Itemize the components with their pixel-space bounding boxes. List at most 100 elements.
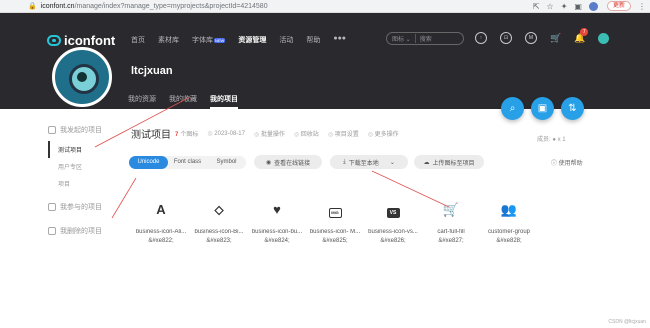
glyph-wrap: VS bbox=[364, 200, 422, 220]
members-info[interactable]: 成员: ● x 1 bbox=[537, 134, 566, 143]
download-local-button[interactable]: ⤓ 下载至本地 ⌄ bbox=[330, 155, 408, 169]
ali-logo-icon: A bbox=[156, 202, 166, 217]
nav-fonts[interactable]: 字体库 NEW bbox=[192, 35, 226, 45]
watermark: CSDN @ltcjxuan bbox=[608, 319, 646, 325]
eye-icon: ◉ bbox=[265, 159, 272, 166]
header-icons: ↑ ⊡ M 🛒 🔔 7 bbox=[475, 27, 610, 44]
image-box-icon: IMG bbox=[328, 208, 342, 218]
icon-code: &#xe824; bbox=[264, 238, 290, 244]
icon-code: &#xe828; bbox=[496, 238, 522, 244]
icon-card[interactable]: A business-icon-Ali... &#xe822; bbox=[132, 200, 190, 244]
sidebar-group-label: 我发起的项目 bbox=[60, 127, 102, 134]
project-title: 测试项目 bbox=[131, 130, 171, 141]
icon-card[interactable]: IMG business-icon- M... &#xe825; bbox=[306, 200, 364, 244]
folder-icon bbox=[48, 203, 56, 211]
coin-icon[interactable]: M bbox=[525, 32, 537, 44]
icon-name: business-icon- M... bbox=[309, 229, 361, 235]
nav-materials[interactable]: 素材库 bbox=[158, 35, 179, 45]
chevron-down-icon: ⌄ bbox=[389, 159, 395, 166]
logo[interactable]: iconfont bbox=[47, 33, 115, 48]
sidebar-item-project[interactable]: 项目 bbox=[48, 175, 118, 192]
icon-name: business-icon-bu... bbox=[251, 229, 303, 235]
sort-fab-icon[interactable]: ⇅ bbox=[561, 97, 584, 120]
project-date: 2023-08-17 bbox=[207, 130, 245, 137]
share-icon[interactable]: ⇱ bbox=[533, 2, 540, 11]
nav-resources[interactable]: 资源管理 bbox=[238, 35, 266, 45]
nav-home[interactable]: 首页 bbox=[131, 35, 145, 45]
icon-card[interactable]: 👥 customer-group &#xe828; bbox=[480, 200, 538, 244]
nav-help[interactable]: 帮助 bbox=[306, 35, 320, 45]
icon-card[interactable]: VS business-icon-vs... &#xe826; bbox=[364, 200, 422, 244]
icon-code: &#xe827; bbox=[438, 238, 464, 244]
site-header: iconfont 首页 素材库 字体库 NEW 资源管理 活动 帮助 ●●● 图标… bbox=[0, 13, 650, 109]
notification-badge: 7 bbox=[580, 27, 589, 36]
icon-name: business-icon-vs... bbox=[368, 229, 418, 235]
icon-name: business-icon-Bi... bbox=[194, 229, 244, 235]
glyph-wrap: IMG bbox=[306, 200, 364, 220]
icon-code: &#xe823; bbox=[206, 238, 232, 244]
icon-name: business-icon-Ali... bbox=[135, 229, 187, 235]
download-label: 下载至本地 bbox=[348, 160, 379, 167]
sidebar-group-label: 我删除的项目 bbox=[60, 228, 102, 235]
more-actions-link[interactable]: 更多操作 bbox=[368, 129, 399, 138]
cart-full-icon: 🛒 bbox=[442, 202, 460, 217]
nav-events[interactable]: 活动 bbox=[279, 35, 293, 45]
icon-grid: A business-icon-Ali... &#xe822; ⬦ busine… bbox=[132, 200, 538, 244]
sidebar-group-label: 我参与的项目 bbox=[60, 204, 102, 211]
icon-card[interactable]: ⬦ business-icon-Bi... &#xe823; bbox=[190, 200, 248, 244]
search-box[interactable]: 图标 ⌄ 搜索 bbox=[386, 32, 464, 45]
tab-font-class[interactable]: Font class bbox=[168, 156, 207, 169]
sidebar-icon[interactable]: ▣ bbox=[574, 2, 582, 11]
project-meta: 7个图标 2023-08-17 批量操作 回收站 项目设置 更多操作 bbox=[175, 129, 399, 138]
browser-toolbar: ⇱ ☆ ✦ ▣ 更新 ⋮ bbox=[533, 1, 646, 11]
search-fab-icon[interactable]: ⌕ bbox=[501, 97, 524, 120]
upload-icon[interactable]: ↑ bbox=[475, 32, 487, 44]
tab-unicode[interactable]: Unicode bbox=[129, 156, 168, 169]
lock-icon[interactable]: 🔒 bbox=[28, 2, 37, 10]
cloud-upload-icon: ☁ bbox=[423, 159, 430, 166]
upload-icon-button[interactable]: ☁ 上传图标至项目 bbox=[414, 155, 484, 169]
usage-help-link[interactable]: 使用帮助 bbox=[551, 158, 583, 167]
batch-action-link[interactable]: 批量操作 bbox=[254, 129, 285, 138]
recycle-bin-link[interactable]: 回收站 bbox=[294, 129, 319, 138]
subnav-my-projects[interactable]: 我的项目 bbox=[210, 94, 238, 109]
menu-icon[interactable]: ⋮ bbox=[638, 2, 646, 11]
bell-icon[interactable]: 🔔 7 bbox=[574, 27, 589, 44]
vip-icon[interactable]: ⊡ bbox=[500, 32, 512, 44]
tab-symbol[interactable]: Symbol bbox=[207, 156, 246, 169]
cart-icon[interactable]: 🛒 bbox=[550, 33, 561, 44]
nav-more-icon[interactable]: ●●● bbox=[333, 35, 346, 45]
user-avatar bbox=[52, 47, 112, 107]
logo-text: iconfont bbox=[64, 33, 116, 48]
tag-icon: ⬦ bbox=[214, 202, 224, 217]
avatar-eye bbox=[77, 72, 87, 82]
nav-fonts-label: 字体库 bbox=[192, 37, 213, 44]
subnav-my-resources[interactable]: 我的资源 bbox=[128, 94, 156, 109]
project-sidebar: 我发起的项目 测试项目 用户专区 项目 我参与的项目 我删除的项目 bbox=[48, 125, 118, 242]
icon-card[interactable]: ♥ business-icon-bu... &#xe824; bbox=[248, 200, 306, 244]
view-online-link-button[interactable]: ◉ 查看在线链接 bbox=[254, 155, 322, 169]
sidebar-group-initiated[interactable]: 我发起的项目 bbox=[48, 125, 118, 135]
sidebar-item-test-project[interactable]: 测试项目 bbox=[48, 141, 118, 158]
address-url[interactable]: iconfont.cn/manage/index?manage_type=myp… bbox=[41, 3, 533, 10]
subnav-my-favorites[interactable]: 我的收藏 bbox=[169, 94, 197, 109]
sidebar-group-deleted[interactable]: 我删除的项目 bbox=[48, 226, 118, 236]
project-settings-link[interactable]: 项目设置 bbox=[328, 129, 359, 138]
browser-address-bar: 🔒 iconfont.cn/manage/index?manage_type=m… bbox=[0, 0, 650, 13]
add-project-fab-icon[interactable]: ▣ bbox=[531, 97, 554, 120]
icon-card[interactable]: 🛒 cart-full-fill &#xe827; bbox=[422, 200, 480, 244]
profile-avatar[interactable] bbox=[588, 1, 598, 11]
update-button[interactable]: 更新 bbox=[606, 1, 631, 11]
sidebar-item-user-zone[interactable]: 用户专区 bbox=[48, 158, 118, 175]
icon-count-unit: 个图标 bbox=[180, 132, 199, 138]
user-avatar-small[interactable] bbox=[598, 32, 610, 44]
username: ltcjxuan bbox=[131, 65, 173, 77]
iconfont-logo-icon bbox=[47, 35, 61, 46]
sidebar-group-joined[interactable]: 我参与的项目 bbox=[48, 202, 118, 212]
search-input[interactable]: 搜索 bbox=[420, 34, 432, 43]
extension-icon[interactable]: ✦ bbox=[561, 2, 568, 11]
icon-code: &#xe822; bbox=[148, 238, 174, 244]
star-icon[interactable]: ☆ bbox=[547, 2, 554, 11]
search-scope-select[interactable]: 图标 ⌄ bbox=[392, 34, 416, 43]
folder-icon bbox=[48, 227, 56, 235]
